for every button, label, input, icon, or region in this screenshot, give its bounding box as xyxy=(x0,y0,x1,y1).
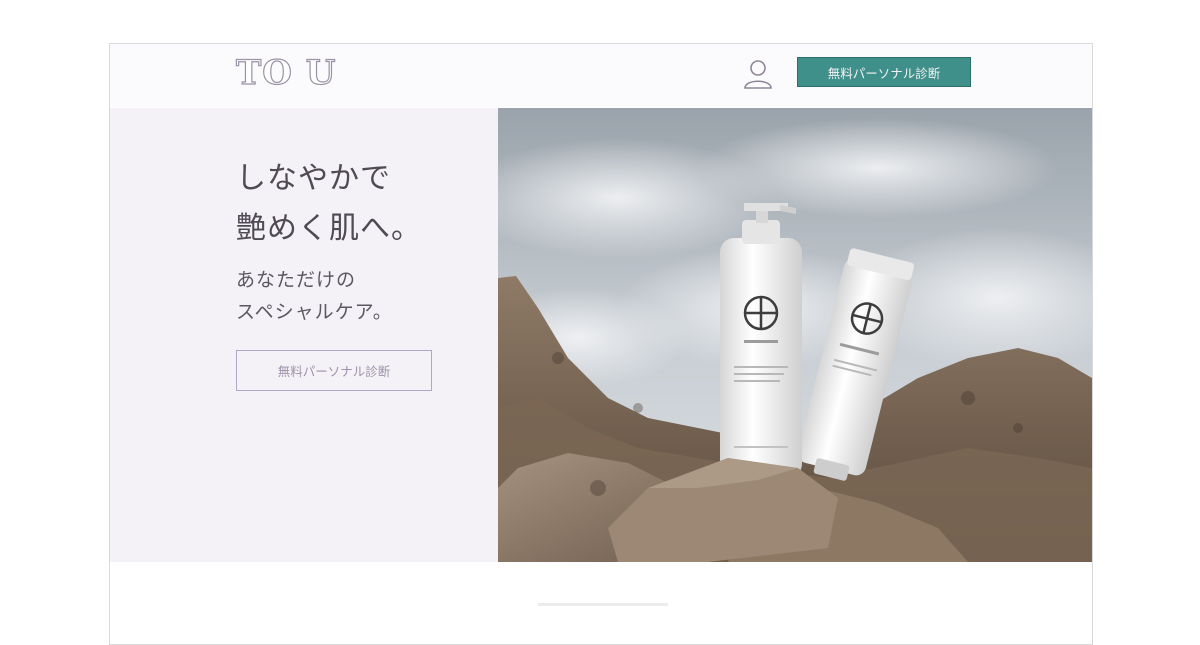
product-photo-illustration xyxy=(498,108,1092,562)
site-header: TO U 無料パーソナル診断 xyxy=(110,44,1092,107)
below-fold-section xyxy=(110,562,1092,644)
hero-diagnosis-button[interactable]: 無料パーソナル診断 xyxy=(236,350,432,391)
page-frame: TO U 無料パーソナル診断 しなやかで 艶めく肌へ。 あなただけの スペシャル… xyxy=(109,43,1093,645)
hero-subline: あなただけの スペシャルケア。 xyxy=(236,264,393,328)
brand-logo[interactable]: TO U xyxy=(235,52,336,93)
hero-product-photo xyxy=(498,108,1092,562)
faint-section-heading-shape xyxy=(538,603,668,606)
header-diagnosis-button[interactable]: 無料パーソナル診断 xyxy=(797,57,971,87)
hero-subline-line-1: あなただけの xyxy=(236,269,357,291)
hero-headline: しなやかで 艶めく肌へ。 xyxy=(236,154,422,254)
hero-headline-line-2: 艶めく肌へ。 xyxy=(236,211,422,246)
hero-headline-line-1: しなやかで xyxy=(236,161,391,196)
hero-subline-line-2: スペシャルケア。 xyxy=(236,301,393,323)
user-icon[interactable] xyxy=(743,58,773,90)
